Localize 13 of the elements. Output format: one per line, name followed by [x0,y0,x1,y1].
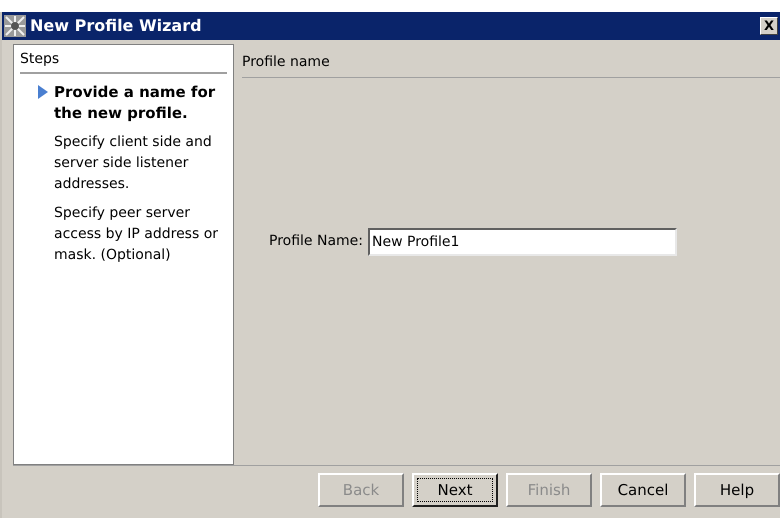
panel-heading: Profile name [242,52,780,78]
step-label: Specify peer server access by IP address or mask. (Optional) [54,204,220,266]
dialog-button[interactable]: Next [412,473,498,508]
dialog-button[interactable]: Cancel [600,473,686,508]
profile-name-field[interactable]: New Profile1 [368,228,678,256]
window-title: New Profile Wizard [30,15,202,38]
step-label: Provide a name for the new profile. [54,82,216,124]
app-icon [4,15,26,38]
steps-heading: Steps [20,49,227,74]
close-button[interactable]: X [760,17,778,36]
field-label: Profile Name: [269,232,364,252]
dialog-button[interactable]: Help [694,473,780,508]
step-label: Specify client side and server side listener addresses. [54,133,213,194]
